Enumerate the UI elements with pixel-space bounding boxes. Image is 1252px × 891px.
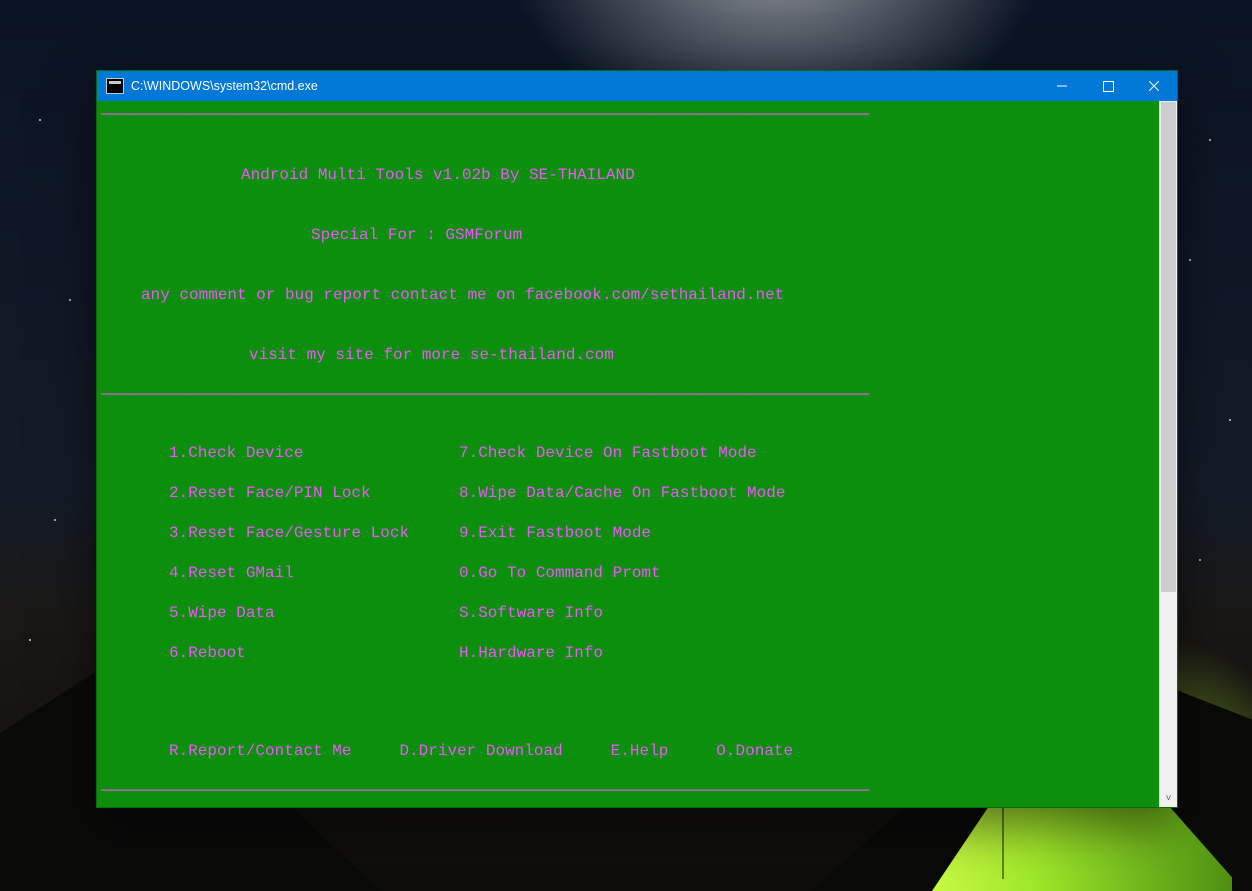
minimize-icon <box>1057 81 1067 91</box>
menu-item-9[interactable]: 9.Exit Fastboot Mode <box>459 523 785 563</box>
close-button[interactable] <box>1131 71 1177 101</box>
menu-item-1[interactable]: 1.Check Device <box>169 443 459 483</box>
bottom-item-e[interactable]: E.Help <box>563 742 669 760</box>
bottom-item-d[interactable]: D.Driver Download <box>351 742 562 760</box>
bottom-item-o[interactable]: O.Donate <box>668 742 793 760</box>
header-special: Special For : GSMForum <box>101 225 1155 245</box>
menu-item-7[interactable]: 7.Check Device On Fastboot Mode <box>459 443 785 483</box>
cmd-icon <box>106 78 124 94</box>
header-site: visit my site for more se-thailand.com <box>101 345 1155 365</box>
titlebar[interactable]: C:\WINDOWS\system32\cmd.exe <box>97 71 1177 101</box>
menu-columns: 1.Check Device2.Reset Face/PIN Lock3.Res… <box>101 443 1155 683</box>
maximize-button[interactable] <box>1085 71 1131 101</box>
divider-line: ────────────────────────────────────────… <box>101 105 1155 125</box>
scrollbar-thumb[interactable] <box>1161 102 1176 592</box>
close-icon <box>1149 81 1159 91</box>
menu-item-5[interactable]: 5.Wipe Data <box>169 603 459 643</box>
cmd-window: C:\WINDOWS\system32\cmd.exe ────────────… <box>96 70 1178 808</box>
desktop-background: C:\WINDOWS\system32\cmd.exe ────────────… <box>0 0 1252 891</box>
divider-line: ────────────────────────────────────────… <box>101 385 1155 405</box>
minimize-button[interactable] <box>1039 71 1085 101</box>
scroll-down-icon[interactable]: ˅ <box>1160 790 1177 807</box>
menu-item-6[interactable]: 6.Reboot <box>169 643 459 683</box>
window-title: C:\WINDOWS\system32\cmd.exe <box>131 79 318 93</box>
divider-line: ────────────────────────────────────────… <box>101 781 1155 801</box>
menu-item-8[interactable]: 8.Wipe Data/Cache On Fastboot Mode <box>459 483 785 523</box>
header-contact: any comment or bug report contact me on … <box>101 285 1155 305</box>
menu-item-2[interactable]: 2.Reset Face/PIN Lock <box>169 483 459 523</box>
menu-item-4[interactable]: 4.Reset GMail <box>169 563 459 603</box>
menu-item-0[interactable]: 0.Go To Command Promt <box>459 563 785 603</box>
maximize-icon <box>1103 81 1114 92</box>
scrollbar[interactable]: ˄ ˅ <box>1159 101 1177 807</box>
bottom-item-r[interactable]: R.Report/Contact Me <box>169 742 351 760</box>
console-output[interactable]: ────────────────────────────────────────… <box>97 101 1159 807</box>
menu-item-3[interactable]: 3.Reset Face/Gesture Lock <box>169 523 459 563</box>
bottom-menu: R.Report/Contact Me D.Driver Download E.… <box>101 741 1155 761</box>
header-title: Android Multi Tools v1.02b By SE-THAILAN… <box>101 165 1155 185</box>
menu-item-s[interactable]: S.Software Info <box>459 603 785 643</box>
menu-item-h[interactable]: H.Hardware Info <box>459 643 785 683</box>
